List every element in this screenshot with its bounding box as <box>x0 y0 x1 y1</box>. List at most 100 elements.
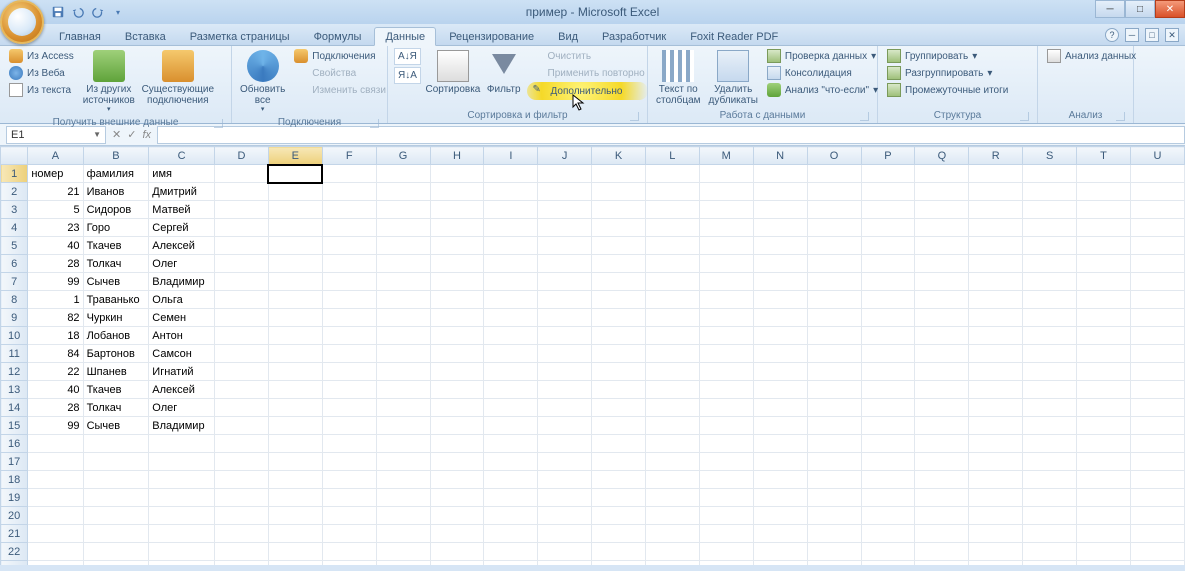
cell[interactable] <box>28 489 83 507</box>
cell[interactable] <box>1023 561 1077 566</box>
chevron-down-icon[interactable]: ▼ <box>93 130 101 139</box>
cell[interactable] <box>807 417 861 435</box>
cell[interactable] <box>214 489 268 507</box>
cell[interactable] <box>753 237 807 255</box>
cell[interactable] <box>753 399 807 417</box>
cell[interactable] <box>322 399 376 417</box>
cell[interactable] <box>1130 165 1184 183</box>
cell[interactable] <box>1077 399 1131 417</box>
cell[interactable] <box>538 435 592 453</box>
cell[interactable] <box>969 489 1023 507</box>
tab-вид[interactable]: Вид <box>547 27 589 45</box>
cell[interactable] <box>645 489 699 507</box>
cell[interactable] <box>1023 273 1077 291</box>
cell[interactable]: Алексей <box>149 237 215 255</box>
cell[interactable] <box>753 543 807 561</box>
row-header[interactable]: 14 <box>1 399 28 417</box>
cell[interactable] <box>83 561 149 566</box>
cell[interactable] <box>1023 453 1077 471</box>
group-button[interactable]: Группировать ▾ <box>884 48 1031 64</box>
cell[interactable] <box>376 561 430 566</box>
cell[interactable] <box>645 237 699 255</box>
cell[interactable] <box>699 525 753 543</box>
cell[interactable] <box>1023 183 1077 201</box>
cell[interactable] <box>214 291 268 309</box>
cell[interactable]: Чуркин <box>83 309 149 327</box>
cell[interactable] <box>969 201 1023 219</box>
cell[interactable] <box>753 327 807 345</box>
cell[interactable]: Семен <box>149 309 215 327</box>
cell[interactable]: Олег <box>149 399 215 417</box>
cell[interactable] <box>1130 489 1184 507</box>
cell[interactable] <box>214 183 268 201</box>
tab-формулы[interactable]: Формулы <box>303 27 373 45</box>
cell[interactable] <box>915 543 969 561</box>
cell[interactable] <box>753 381 807 399</box>
cell[interactable] <box>322 381 376 399</box>
cell[interactable]: 22 <box>28 363 83 381</box>
cell[interactable] <box>753 165 807 183</box>
cell[interactable] <box>1077 435 1131 453</box>
cell[interactable] <box>861 435 915 453</box>
cell[interactable] <box>915 381 969 399</box>
cell[interactable] <box>915 237 969 255</box>
cell[interactable] <box>807 489 861 507</box>
cell[interactable] <box>322 453 376 471</box>
cell[interactable] <box>28 507 83 525</box>
cell[interactable] <box>699 309 753 327</box>
cell[interactable] <box>699 489 753 507</box>
cell[interactable] <box>484 201 538 219</box>
cell[interactable] <box>376 201 430 219</box>
cell[interactable] <box>592 237 646 255</box>
cell[interactable] <box>376 453 430 471</box>
cell[interactable] <box>28 525 83 543</box>
cell[interactable] <box>484 183 538 201</box>
cell[interactable] <box>699 453 753 471</box>
cell[interactable] <box>969 507 1023 525</box>
cell[interactable] <box>214 417 268 435</box>
cell[interactable] <box>376 489 430 507</box>
cell[interactable] <box>149 435 215 453</box>
column-header[interactable]: H <box>430 147 484 165</box>
cell[interactable] <box>430 255 484 273</box>
cell[interactable] <box>1077 363 1131 381</box>
cell[interactable] <box>322 435 376 453</box>
cell[interactable] <box>969 453 1023 471</box>
cell[interactable] <box>753 417 807 435</box>
cell[interactable] <box>753 453 807 471</box>
cell[interactable] <box>538 309 592 327</box>
cell[interactable] <box>430 561 484 566</box>
cell[interactable] <box>861 165 915 183</box>
cell[interactable] <box>322 309 376 327</box>
cell[interactable] <box>969 435 1023 453</box>
cell[interactable] <box>699 381 753 399</box>
cell[interactable] <box>592 543 646 561</box>
cell[interactable] <box>1023 543 1077 561</box>
tab-главная[interactable]: Главная <box>48 27 112 45</box>
column-header[interactable]: I <box>484 147 538 165</box>
cell[interactable] <box>969 471 1023 489</box>
cell[interactable] <box>268 255 322 273</box>
row-header[interactable]: 5 <box>1 237 28 255</box>
cell[interactable] <box>1023 435 1077 453</box>
cell[interactable] <box>430 183 484 201</box>
cell[interactable] <box>538 453 592 471</box>
cell[interactable] <box>1077 309 1131 327</box>
cell[interactable] <box>376 237 430 255</box>
cell[interactable] <box>538 237 592 255</box>
cell[interactable] <box>592 327 646 345</box>
cell[interactable] <box>1077 291 1131 309</box>
cell[interactable] <box>915 309 969 327</box>
cell[interactable] <box>1077 219 1131 237</box>
cell[interactable] <box>592 471 646 489</box>
cell[interactable] <box>322 345 376 363</box>
cell[interactable] <box>915 255 969 273</box>
remove-duplicates-button[interactable]: Удалить дубликаты <box>707 48 760 108</box>
cell[interactable] <box>83 525 149 543</box>
cell[interactable] <box>699 165 753 183</box>
ungroup-button[interactable]: Разгруппировать ▾ <box>884 65 1031 81</box>
cell[interactable] <box>592 255 646 273</box>
cell[interactable] <box>592 435 646 453</box>
cell[interactable] <box>969 165 1023 183</box>
cell[interactable] <box>430 291 484 309</box>
